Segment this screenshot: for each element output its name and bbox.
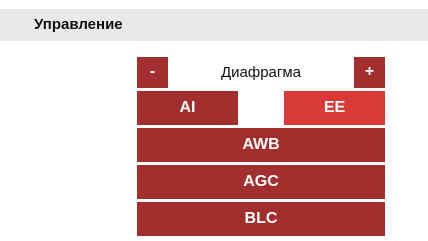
section-header: Управление <box>0 9 428 41</box>
awb-button[interactable]: AWB <box>137 128 385 162</box>
exposure-mode-group: AI EE <box>137 91 385 125</box>
ai-button[interactable]: AI <box>137 91 238 125</box>
iris-label: Диафрагма <box>220 64 302 81</box>
section-title: Управление <box>34 16 123 33</box>
ee-button[interactable]: EE <box>284 91 385 125</box>
control-panel: - Диафрагма + AI EE AWB AGC BLC <box>137 57 385 236</box>
iris-control: - Диафрагма + <box>137 57 385 88</box>
blc-button[interactable]: BLC <box>137 202 385 236</box>
agc-button[interactable]: AGC <box>137 165 385 199</box>
iris-decrease-button[interactable]: - <box>137 57 168 88</box>
iris-increase-button[interactable]: + <box>354 57 385 88</box>
